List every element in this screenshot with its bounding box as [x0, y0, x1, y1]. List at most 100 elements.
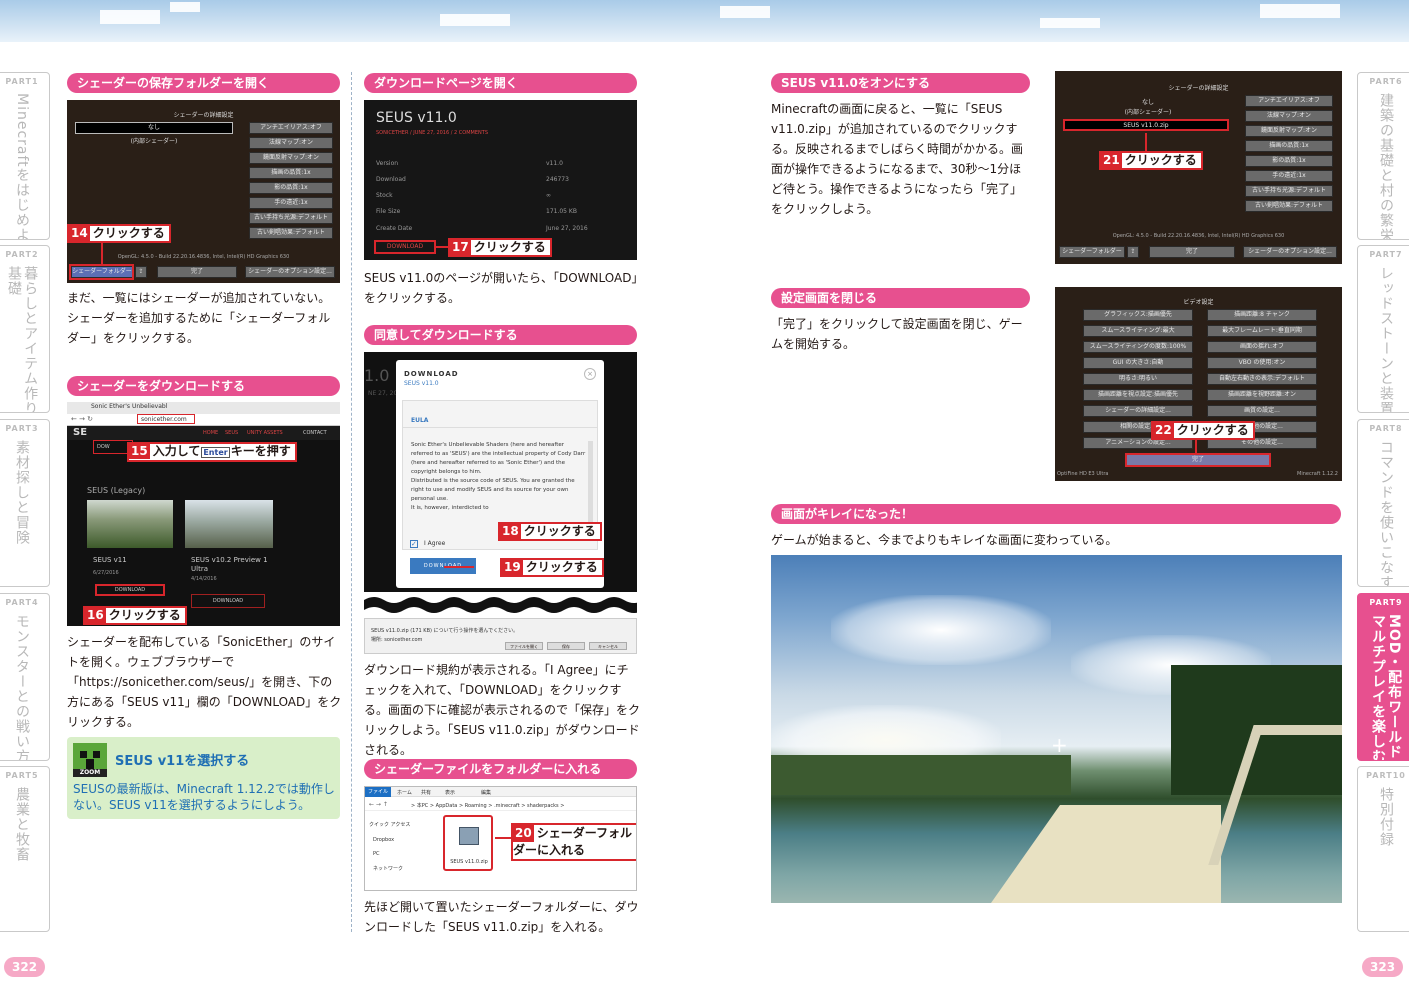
side-tab-part9[interactable]: PART9 MOD・配布ワールド・ マルチプレイを楽しむ	[1357, 593, 1409, 761]
nav-unity[interactable]: UNITY ASSETS	[247, 430, 283, 436]
mc-option[interactable]: 画質の設定...	[1207, 405, 1317, 417]
browser-screenshot: Sonic Ether's Unbelievabl ← → ↻ soniceth…	[67, 402, 340, 626]
top-banner	[0, 0, 1409, 42]
mc-option[interactable]: 手の遠近:1x	[1245, 170, 1333, 182]
mc-option[interactable]: 古い剣唱効果:デフォルト	[1245, 200, 1333, 212]
nav-home[interactable]: HOME	[203, 430, 218, 436]
mc-option[interactable]: 鏡面反射マップ:オン	[1245, 125, 1333, 137]
ribbon-share[interactable]: 共有	[421, 789, 431, 796]
shader-item-none: なし	[1141, 99, 1154, 106]
mc-option[interactable]: 鏡面反射マップ:オン	[249, 152, 333, 164]
mc-option[interactable]: グラフィックス:描画優先	[1083, 309, 1193, 321]
mc-option[interactable]: スムースライティング:最大	[1083, 325, 1193, 337]
mc-option[interactable]: 自動左右動きの表示:デフォルト	[1207, 373, 1317, 385]
part-title: 特別付録	[1378, 787, 1395, 847]
mc-option[interactable]: 描画の品質:1x	[249, 167, 333, 179]
eula-dialog-screenshot: 1.0 NE 27, 20 DOWNLOAD SEUS v11.0 × EULA…	[364, 352, 637, 592]
seus-v102-download-button[interactable]: DOWNLOAD	[191, 594, 265, 608]
mc-option[interactable]: 描画距離:8 チャンク	[1207, 309, 1317, 321]
shader-options-button[interactable]: シェーダーのオプション設定...	[245, 266, 335, 278]
side-tab-part2[interactable]: PART2 暮らしとアイテム作りの 基礎	[0, 245, 50, 413]
cloud	[831, 595, 1051, 665]
address-bar[interactable]: sonicether.com	[137, 414, 195, 424]
zip-file-item[interactable]: SEUS v11.0.zip	[443, 815, 493, 871]
mc-option[interactable]: 画面の揺れ:オフ	[1207, 341, 1317, 353]
mc-option[interactable]: 法線マップ:オン	[249, 137, 333, 149]
shader-item-none[interactable]: なし	[75, 122, 233, 134]
card-date: 6/27/2016	[93, 570, 119, 576]
mc-option[interactable]: 古い剣唱効果:デフォルト	[249, 227, 333, 239]
nav-dropbox[interactable]: Dropbox	[373, 837, 394, 843]
nav-network[interactable]: ネットワーク	[373, 865, 403, 872]
shader-item-internal: (内部シェーダー)	[130, 138, 178, 145]
far-hills	[771, 755, 1071, 795]
nav-seus[interactable]: SEUS	[225, 430, 238, 436]
side-tab-part7[interactable]: PART7 レッドストーンと装置	[1357, 245, 1409, 413]
row-label: Version	[376, 160, 399, 167]
open-file-button[interactable]: ファイルを開く	[505, 642, 543, 650]
creeper-icon: ZOOM	[73, 743, 107, 777]
nav-quick-access[interactable]: クイック アクセス	[369, 821, 410, 828]
mc-option[interactable]: スムースライティングの度数:100%	[1083, 341, 1193, 353]
mc-option[interactable]: VBO の使用:オン	[1207, 357, 1317, 369]
back-icon[interactable]: ← → ↻	[71, 415, 93, 423]
mc-option[interactable]: 影の品質:1x	[1245, 155, 1333, 167]
mc-option[interactable]: 最大フレームレート:垂直同期	[1207, 325, 1317, 337]
shader-folder-button[interactable]: シェーダーフォルダー	[1059, 246, 1125, 258]
ribbon-edit[interactable]: 編集	[481, 789, 491, 796]
mc-option[interactable]: 描画距離を視野距離:オン	[1207, 389, 1317, 401]
nav-pc[interactable]: PC	[373, 851, 380, 857]
ribbon-view[interactable]: 表示	[445, 789, 455, 796]
mc-option[interactable]: 古い手持ち光源:デフォルト	[249, 212, 333, 224]
side-tab-part4[interactable]: PART4 モンスターとの戦い方	[0, 593, 50, 761]
mc-option[interactable]: アンチエイリアス:オフ	[249, 122, 333, 134]
ribbon-home[interactable]: ホーム	[397, 789, 412, 796]
mc-option[interactable]: アンチエイリアス:オフ	[1245, 95, 1333, 107]
mc-option[interactable]: 影の品質:1x	[249, 182, 333, 194]
side-tab-part8[interactable]: PART8 コマンドを使いこなす	[1357, 419, 1409, 587]
save-button[interactable]: 保存	[547, 642, 585, 650]
mc-option[interactable]: 古い手持ち光源:デフォルト	[1245, 185, 1333, 197]
section-heading: 設定画面を閉じる	[771, 288, 1030, 308]
folder-small-icon[interactable]: ⇪	[135, 266, 147, 278]
page-meta: SONICETHER / JUNE 27, 2016 / 2 COMMENTS	[376, 130, 488, 136]
mc-title: シェーダーの詳細設定	[1168, 85, 1229, 92]
nav-arrows-icon[interactable]: ← → ↑	[369, 801, 388, 808]
cancel-button[interactable]: キャンセル	[589, 642, 627, 650]
explorer-screenshot: ファイル ホーム 共有 表示 編集 ← → ↑ > 本PC > AppData …	[364, 786, 637, 891]
mc-option[interactable]: 明るさ:明るい	[1083, 373, 1193, 385]
callout-label: クリックする	[1176, 423, 1249, 437]
part-label: PART6	[1369, 77, 1403, 86]
mc-option[interactable]: 描画距離を視点設定:描画優先	[1083, 389, 1193, 401]
shader-options-button[interactable]: シェーダーのオプション設定...	[1243, 246, 1337, 258]
download-button[interactable]: DOWNLOAD	[374, 240, 436, 254]
explorer-ribbon: ファイル ホーム 共有 表示 編集	[365, 787, 636, 797]
mc-option[interactable]: シェーダーの詳細設定...	[1083, 405, 1193, 417]
body-text: まだ、一覧にはシェーダーが追加されていない。シェーダーを追加するために「シェーダ…	[67, 291, 331, 345]
explorer-path[interactable]: > 本PC > AppData > Roaming > .minecraft >…	[411, 802, 564, 809]
side-tab-part5[interactable]: PART5 農業と牧畜	[0, 766, 50, 932]
side-tab-part6[interactable]: PART6 建築の基礎と村の繁栄	[1357, 72, 1409, 240]
side-tab-part10[interactable]: PART10 特別付録	[1357, 766, 1409, 932]
mc-option[interactable]: 手の遠近:1x	[249, 197, 333, 209]
mc-option[interactable]: 法線マップ:オン	[1245, 110, 1333, 122]
done-button[interactable]: 完了	[1149, 246, 1235, 258]
ribbon-file[interactable]: ファイル	[365, 787, 391, 797]
mc-option[interactable]: 描画の品質:1x	[1245, 140, 1333, 152]
seus-v11-download-button[interactable]: DOWNLOAD	[95, 584, 165, 596]
part-title: 農業と牧畜	[14, 787, 31, 862]
mc-footer-right: Minecraft 1.12.2	[1297, 471, 1338, 477]
browser-tab[interactable]: Sonic Ether's Unbelievabl	[91, 403, 167, 410]
close-icon[interactable]: ×	[584, 368, 596, 380]
shader-item-seus[interactable]: SEUS v11.0.zip	[1063, 119, 1229, 131]
mc-option[interactable]: GUI の大きさ:自動	[1083, 357, 1193, 369]
done-button[interactable]: 完了	[1125, 453, 1271, 467]
folder-small-icon[interactable]: ⇪	[1127, 246, 1139, 258]
legacy-heading: SEUS (Legacy)	[87, 486, 146, 495]
done-button[interactable]: 完了	[157, 266, 237, 278]
side-tab-part3[interactable]: PART3 素材探しと冒険	[0, 419, 50, 587]
site-nav: SE HOME SEUS UNITY ASSETS CONTACT	[67, 426, 340, 440]
nav-contact[interactable]: CONTACT	[303, 430, 327, 436]
side-tab-part1[interactable]: PART1 Minecraftをはじめよう	[0, 72, 50, 240]
agree-checkbox[interactable]: ✓	[410, 540, 418, 548]
